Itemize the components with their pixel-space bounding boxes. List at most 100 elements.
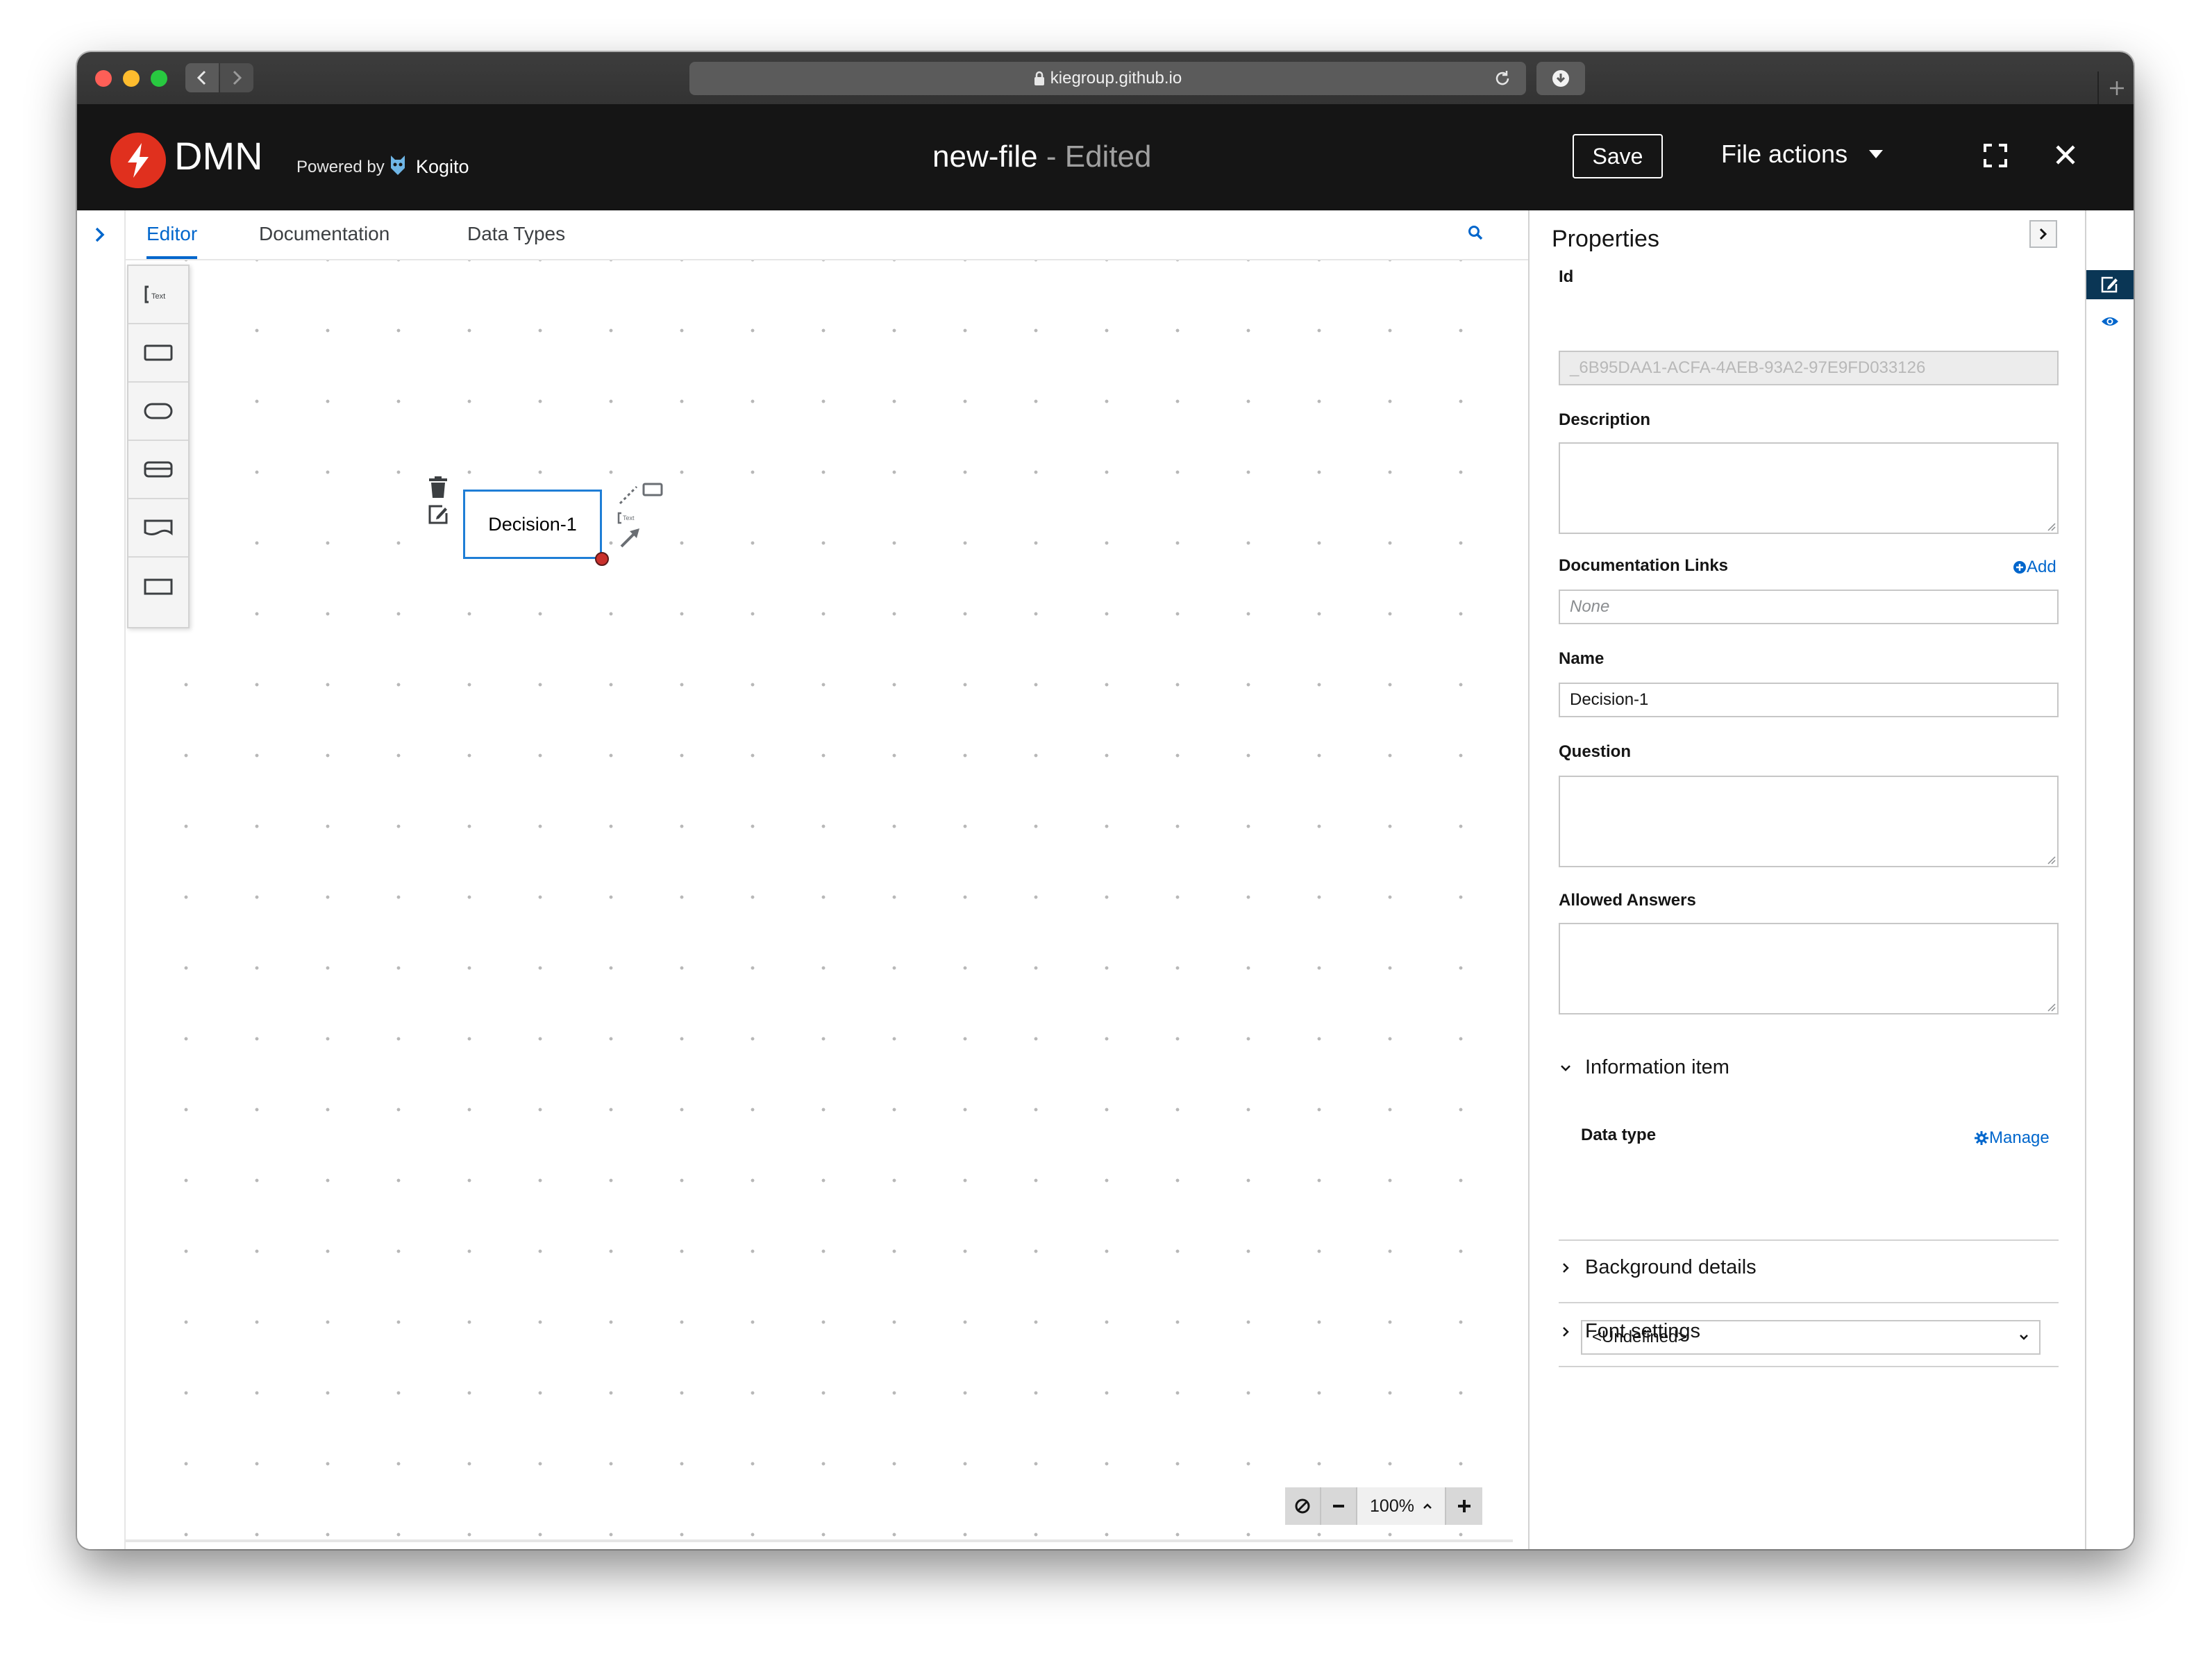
browser-back-button[interactable] bbox=[185, 63, 219, 92]
diagram-canvas[interactable] bbox=[126, 260, 1513, 1544]
documentation-links-label: Documentation Links bbox=[1559, 556, 1729, 575]
create-decision-icon[interactable] bbox=[642, 483, 663, 496]
chevron-right-icon bbox=[233, 70, 242, 85]
question-label: Question bbox=[1559, 742, 1632, 761]
font-settings-toggle[interactable]: Font settings bbox=[1559, 1320, 1700, 1343]
edit-icon[interactable] bbox=[427, 503, 449, 526]
file-name[interactable]: new-file bbox=[932, 140, 1038, 174]
divider bbox=[1559, 1302, 2059, 1303]
plus-icon bbox=[1458, 1500, 1471, 1512]
data-type-label: Data type bbox=[1581, 1126, 1657, 1144]
name-label: Name bbox=[1559, 649, 1604, 668]
svg-text:Text: Text bbox=[151, 292, 165, 301]
kogito-icon bbox=[391, 156, 405, 175]
add-documentation-link-button[interactable]: Add bbox=[2013, 558, 2056, 577]
allowed-answers-label: Allowed Answers bbox=[1559, 891, 1696, 910]
create-text-annotation-icon[interactable]: Text bbox=[617, 512, 635, 524]
close-window-button[interactable] bbox=[95, 70, 112, 87]
browser-forward-button[interactable] bbox=[220, 63, 253, 92]
add-circle-icon bbox=[2013, 561, 2026, 574]
add-label: Add bbox=[2027, 558, 2056, 576]
palette-decision-service[interactable] bbox=[128, 558, 188, 616]
close-icon[interactable] bbox=[2054, 144, 2077, 166]
right-sidebar bbox=[2085, 210, 2134, 1549]
minimize-window-button[interactable] bbox=[123, 70, 140, 87]
zoom-in-button[interactable] bbox=[1446, 1487, 1482, 1525]
tab-documentation[interactable]: Documentation bbox=[259, 223, 389, 245]
zoom-out-button[interactable] bbox=[1321, 1487, 1357, 1525]
palette-business-knowledge-model[interactable] bbox=[128, 441, 188, 499]
expand-sidebar-icon[interactable] bbox=[94, 226, 106, 244]
delete-icon[interactable] bbox=[427, 476, 449, 499]
text-annotation-icon: Text bbox=[144, 285, 165, 303]
resize-grip-icon[interactable] bbox=[2046, 1002, 2056, 1012]
dmn-logo bbox=[110, 133, 166, 188]
gear-icon bbox=[1975, 1131, 1988, 1145]
powered-by-label: Powered by bbox=[296, 158, 385, 176]
palette-text-annotation[interactable]: Text bbox=[128, 266, 188, 324]
palette-input-data[interactable] bbox=[128, 383, 188, 441]
caret-down-icon bbox=[1869, 150, 1884, 158]
question-textarea[interactable] bbox=[1559, 776, 2059, 867]
downloads-button[interactable] bbox=[1536, 62, 1585, 95]
decision-service-icon bbox=[144, 578, 173, 595]
allowed-answers-textarea[interactable] bbox=[1559, 923, 2059, 1014]
association-icon[interactable] bbox=[619, 485, 638, 505]
resize-grip-icon[interactable] bbox=[2046, 855, 2056, 864]
tab-data-types[interactable]: Data Types bbox=[467, 223, 565, 245]
palette-knowledge-source[interactable] bbox=[128, 499, 188, 558]
chevron-down-svg bbox=[1561, 1064, 1570, 1071]
url-text: kiegroup.github.io bbox=[1050, 69, 1182, 87]
background-details-label: Background details bbox=[1585, 1256, 1757, 1278]
address-bar[interactable]: kiegroup.github.io bbox=[689, 62, 1526, 95]
tab-editor[interactable]: Editor bbox=[146, 223, 198, 259]
browser-toolbar: kiegroup.github.io bbox=[77, 52, 2134, 106]
minus-icon bbox=[1333, 1505, 1344, 1507]
maximize-window-button[interactable] bbox=[151, 70, 167, 87]
description-textarea[interactable] bbox=[1559, 442, 2059, 534]
node-toolbox: Text bbox=[617, 483, 663, 548]
node-palette: Text bbox=[127, 265, 190, 628]
resize-grip-icon[interactable] bbox=[2046, 521, 2056, 531]
browser-window: kiegroup.github.io DMN Powered by Kogito… bbox=[77, 52, 2134, 1549]
information-requirement-icon[interactable] bbox=[620, 528, 639, 548]
reload-icon[interactable] bbox=[1493, 69, 1512, 88]
input-data-icon bbox=[144, 403, 173, 419]
left-sidebar bbox=[77, 210, 126, 1549]
chevron-right-svg bbox=[1563, 1326, 1569, 1337]
search-icon[interactable] bbox=[1467, 224, 1484, 241]
documentation-links-field[interactable]: None bbox=[1559, 590, 2059, 624]
properties-panel: Properties Id _6B95DAA1-ACFA-4AEB-93A2-9… bbox=[1528, 210, 2085, 1549]
new-tab-button[interactable] bbox=[2097, 72, 2134, 105]
chevron-right-icon bbox=[2039, 228, 2047, 240]
eye-icon bbox=[2102, 317, 2118, 326]
file-name-title[interactable]: new-file - Edited bbox=[932, 140, 1152, 174]
zoom-level-select[interactable]: 100% bbox=[1357, 1487, 1446, 1525]
information-item-toggle[interactable]: Information item bbox=[1559, 1056, 1729, 1079]
file-actions-label: File actions bbox=[1721, 140, 1848, 168]
connection-handle[interactable] bbox=[594, 551, 610, 567]
collapse-properties-button[interactable] bbox=[2029, 220, 2057, 248]
decision-icon bbox=[144, 344, 173, 361]
reset-zoom-button[interactable] bbox=[1285, 1487, 1321, 1525]
background-details-toggle[interactable]: Background details bbox=[1559, 1256, 1757, 1279]
file-actions-dropdown[interactable]: File actions bbox=[1721, 140, 1884, 169]
id-field: _6B95DAA1-ACFA-4AEB-93A2-97E9FD033126 bbox=[1559, 351, 2059, 385]
plus-icon bbox=[2110, 81, 2124, 95]
properties-panel-button[interactable] bbox=[2086, 270, 2134, 299]
chevron-left-icon bbox=[196, 70, 206, 85]
properties-title: Properties bbox=[1552, 226, 1659, 252]
palette-decision[interactable] bbox=[128, 324, 188, 383]
reset-icon bbox=[1295, 1498, 1310, 1514]
name-field[interactable]: Decision-1 bbox=[1559, 683, 2059, 717]
decision-node[interactable]: Decision-1 bbox=[463, 490, 602, 559]
save-button[interactable]: Save bbox=[1573, 134, 1663, 178]
canvas-bottom-border bbox=[126, 1539, 1513, 1542]
zoom-controls: 100% bbox=[1285, 1487, 1482, 1525]
font-settings-label: Font settings bbox=[1585, 1320, 1701, 1342]
kogito-label: Kogito bbox=[416, 156, 469, 177]
fullscreen-icon[interactable] bbox=[1984, 144, 2007, 167]
chevron-down-icon bbox=[1559, 1063, 1573, 1073]
manage-data-types-button[interactable]: Manage bbox=[1974, 1128, 2050, 1148]
preview-panel-button[interactable] bbox=[2086, 308, 2134, 335]
